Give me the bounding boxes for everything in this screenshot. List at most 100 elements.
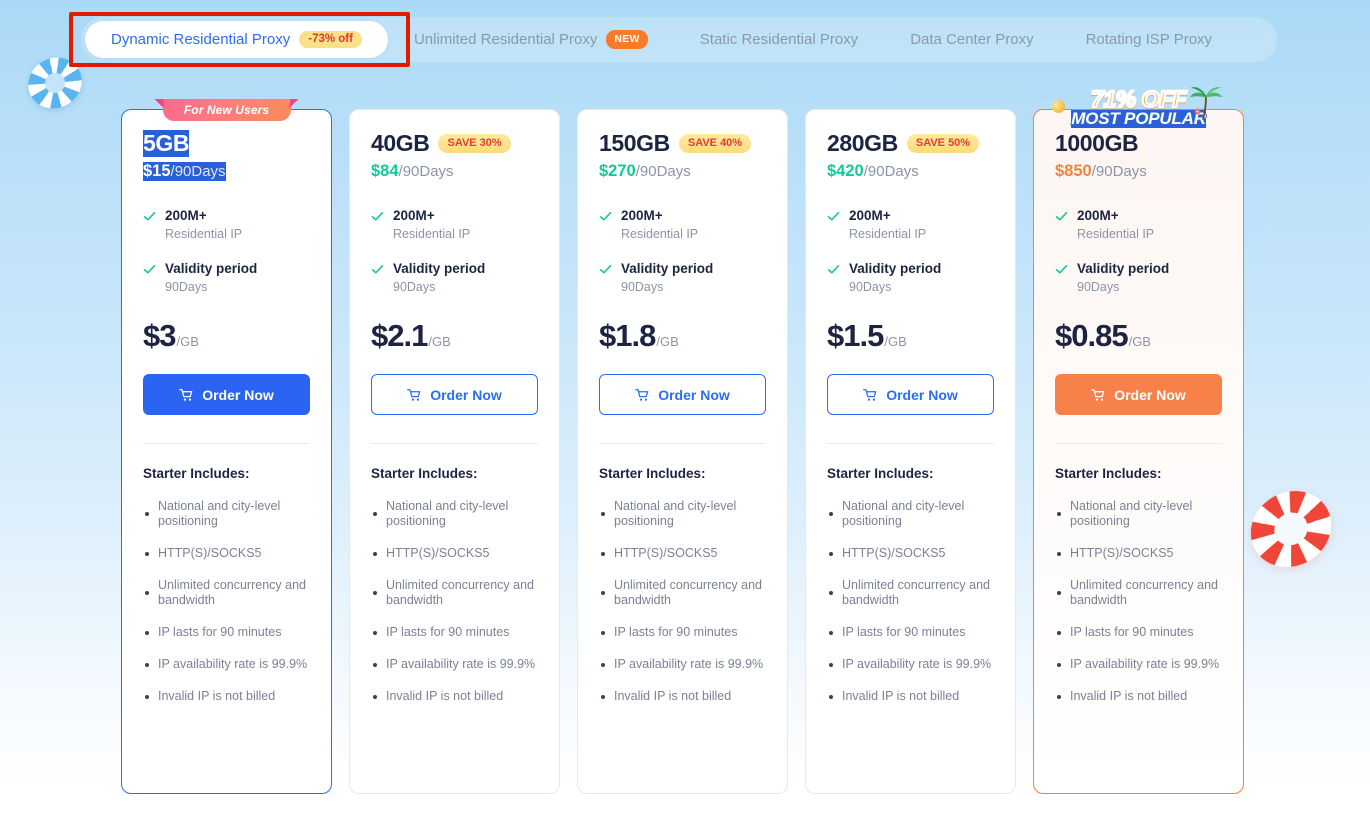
plan-size: 280GB (827, 130, 898, 156)
plan-feature: 200M+ Residential IP (827, 207, 994, 243)
includes-item: IP availability rate is 99.9% (1055, 657, 1222, 672)
plan-feature: Validity period 90Days (599, 260, 766, 296)
plan-price-row: $270/90Days (599, 162, 766, 181)
plan-feature: Validity period 90Days (1055, 260, 1222, 296)
feature-subtitle: 90Days (393, 280, 436, 294)
plan-size-row: 150GB SAVE 40% (599, 130, 766, 157)
includes-item: HTTP(S)/SOCKS5 (599, 546, 766, 561)
includes-title: Starter Includes: (1055, 466, 1162, 481)
unit-price-suffix: /GB (1128, 334, 1151, 349)
save-badge: SAVE 50% (906, 134, 980, 153)
check-icon (599, 263, 612, 276)
includes-item: IP lasts for 90 minutes (599, 625, 766, 640)
life-ring-blue-decoration (24, 52, 86, 114)
feature-title: 200M+ (849, 208, 891, 223)
includes-item: National and city-level positioning (599, 499, 766, 529)
palm-tree-icon (1187, 85, 1225, 121)
plan-feature: 200M+ Residential IP (143, 207, 310, 243)
tab-new-badge: NEW (606, 30, 648, 49)
tab-rotating-isp-proxy[interactable]: Rotating ISP Proxy (1060, 21, 1238, 58)
plan-size: 1000GB (1055, 130, 1139, 156)
feature-title: 200M+ (165, 208, 207, 223)
check-icon (1055, 263, 1068, 276)
card-divider (371, 443, 538, 444)
includes-item: Unlimited concurrency and bandwidth (1055, 578, 1222, 608)
order-now-label: Order Now (430, 386, 502, 403)
unit-price-row: $0.85/GB (1055, 318, 1222, 354)
check-icon (827, 210, 840, 223)
tab-label: Static Residential Proxy (699, 31, 859, 48)
feature-subtitle: Residential IP (393, 227, 471, 241)
plan-period: /90Days (863, 163, 919, 180)
plan-size: 5GB (143, 130, 190, 157)
feature-title: Validity period (393, 261, 486, 276)
tab-static-residential-proxy[interactable]: Static Residential Proxy (674, 21, 884, 58)
unit-price-row: $3/GB (143, 318, 310, 354)
pricing-card-150gb[interactable]: 150GB SAVE 40% $270/90Days 200M+ Residential… (577, 109, 788, 794)
coin-icon (1049, 98, 1067, 115)
tab-label: Dynamic Residential Proxy (111, 31, 291, 48)
check-icon (143, 210, 156, 223)
check-icon (1055, 210, 1068, 223)
unit-price-row: $2.1/GB (371, 318, 538, 354)
save-badge: SAVE 40% (678, 134, 752, 153)
plan-size: 40GB (371, 130, 430, 156)
order-now-button[interactable]: Order Now (599, 374, 766, 415)
plan-size-row: 40GB SAVE 30% (371, 130, 538, 157)
card-divider (827, 443, 994, 444)
order-now-button[interactable]: Order Now (143, 374, 310, 415)
includes-item: Unlimited concurrency and bandwidth (371, 578, 538, 608)
plan-period: /90Days (398, 163, 454, 180)
plan-period: /90Days (635, 163, 691, 180)
includes-item: IP lasts for 90 minutes (827, 625, 994, 640)
tab-label: Unlimited Residential Proxy (413, 31, 598, 48)
plan-total-price: $15 (143, 162, 171, 180)
pricing-card-40gb[interactable]: 40GB SAVE 30% $84/90Days 200M+ Residential I… (349, 109, 560, 794)
most-popular-banner: 71% OFF MOST POPULAR (1046, 85, 1232, 132)
includes-item: IP availability rate is 99.9% (143, 657, 310, 672)
save-badge: SAVE 30% (438, 134, 511, 153)
order-now-button[interactable]: Order Now (1055, 374, 1222, 415)
plan-feature: Validity period 90Days (371, 260, 538, 296)
plan-price-row: $850/90Days (1055, 162, 1222, 181)
feature-title: Validity period (165, 261, 258, 276)
unit-price: $1.5 (827, 318, 884, 353)
includes-item: IP lasts for 90 minutes (143, 625, 310, 640)
plan-period: /90Days (170, 163, 226, 180)
feature-subtitle: Residential IP (621, 227, 699, 241)
feature-title: Validity period (621, 261, 714, 276)
includes-list: National and city-level positioning HTTP(… (827, 499, 994, 704)
includes-list: National and city-level positioning HTTP(… (1055, 499, 1222, 704)
includes-title: Starter Includes: (143, 466, 250, 481)
includes-item: IP availability rate is 99.9% (599, 657, 766, 672)
unit-price: $2.1 (371, 318, 428, 353)
feature-subtitle: 90Days (621, 280, 664, 294)
tab-unlimited-residential-proxy[interactable]: Unlimited Residential Proxy NEW (388, 21, 674, 58)
feature-title: Validity period (849, 261, 942, 276)
order-now-button[interactable]: Order Now (827, 374, 994, 415)
check-icon (827, 263, 840, 276)
includes-item: National and city-level positioning (143, 499, 310, 529)
tab-label: Rotating ISP Proxy (1085, 31, 1213, 48)
includes-item: Invalid IP is not billed (143, 689, 310, 704)
tab-discount-badge: -73% off (299, 30, 362, 49)
unit-price-row: $1.8/GB (599, 318, 766, 354)
plan-price-row: $420/90Days (827, 162, 994, 181)
card-divider (143, 443, 310, 444)
unit-price: $0.85 (1055, 318, 1129, 353)
order-now-button[interactable]: Order Now (371, 374, 538, 415)
includes-item: HTTP(S)/SOCKS5 (371, 546, 538, 561)
tab-dynamic-residential-proxy[interactable]: Dynamic Residential Proxy -73% off (85, 21, 388, 58)
cart-icon (407, 388, 422, 402)
order-now-label: Order Now (202, 386, 274, 403)
unit-price-suffix: /GB (884, 334, 907, 349)
includes-item: Unlimited concurrency and bandwidth (599, 578, 766, 608)
pricing-card-1000gb[interactable]: 71% OFF MOST POPULAR 1000GB $850/90Days 200M… (1033, 86, 1244, 794)
includes-item: Invalid IP is not billed (371, 689, 538, 704)
tab-data-center-proxy[interactable]: Data Center Proxy (884, 21, 1059, 58)
order-now-label: Order Now (886, 386, 958, 403)
pricing-card-5gb[interactable]: For New Users 5GB $15/90Days 200M+ Residenti… (121, 99, 332, 794)
plan-total-price: $270 (599, 162, 636, 180)
pricing-card-280gb[interactable]: 280GB SAVE 50% $420/90Days 200M+ Residential… (805, 109, 1016, 794)
order-now-label: Order Now (1114, 386, 1186, 403)
